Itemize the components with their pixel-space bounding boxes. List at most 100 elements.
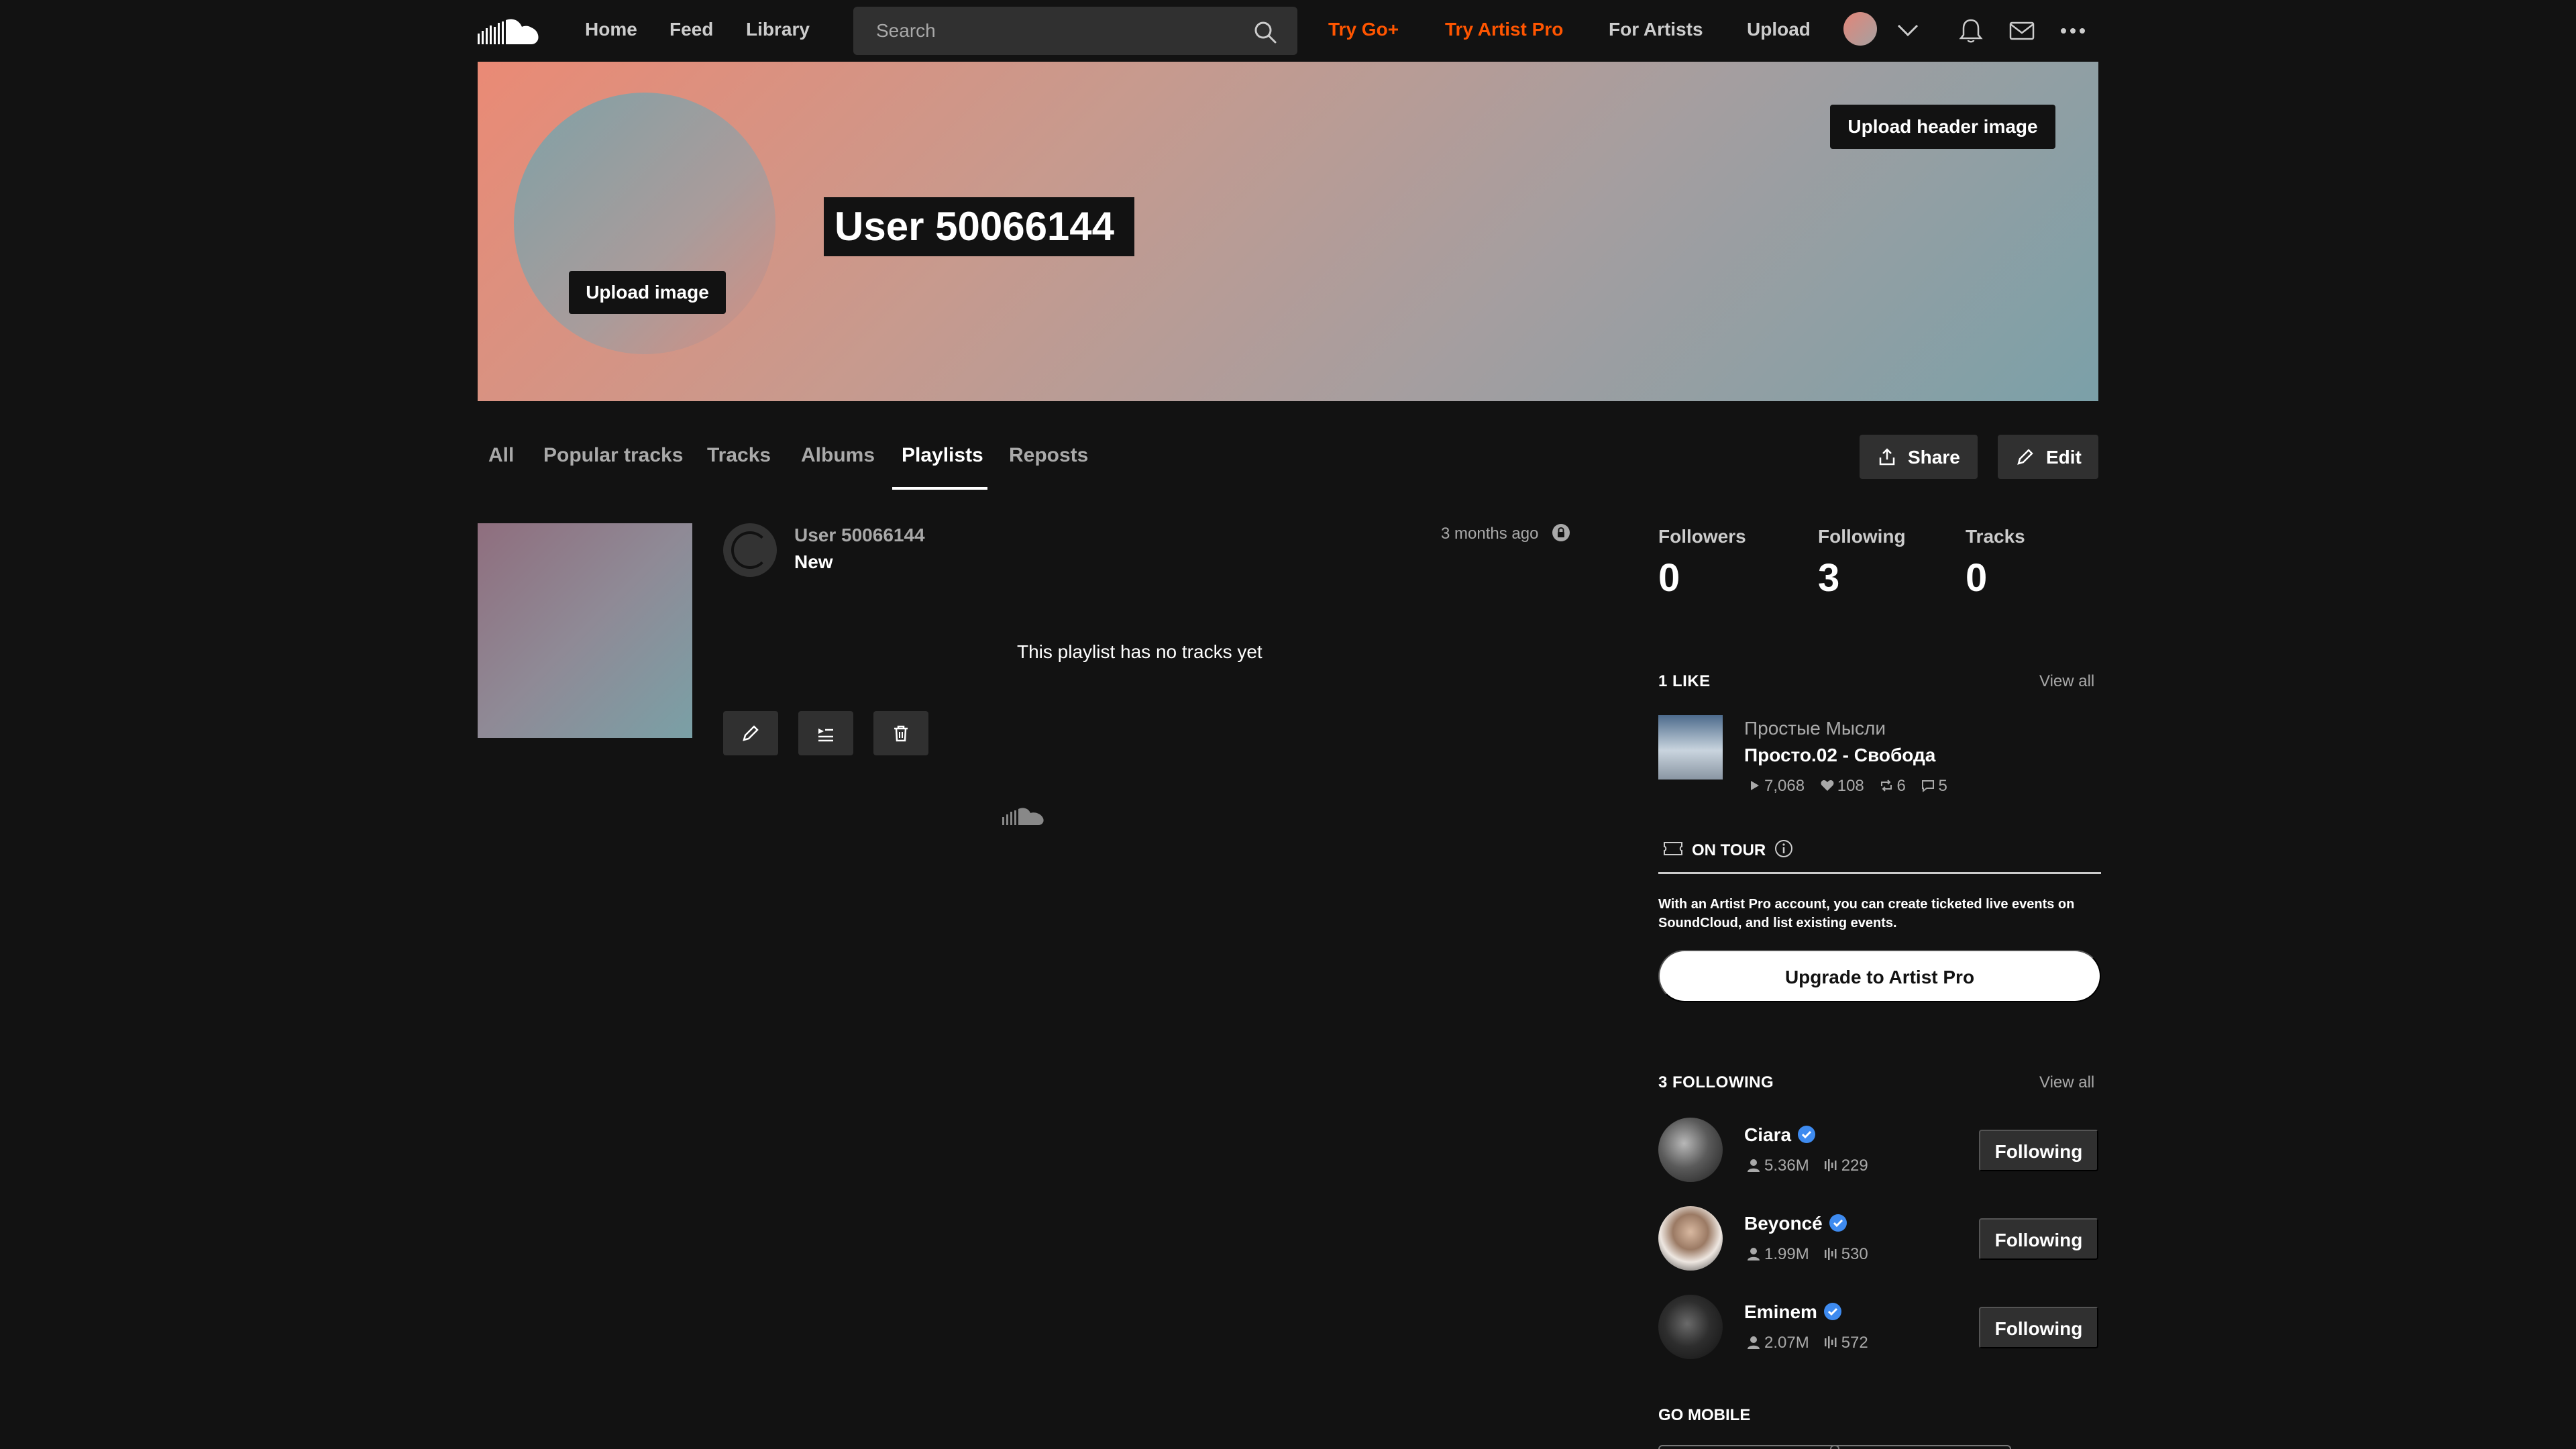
following-item-name[interactable]: Beyoncé (1744, 1213, 1848, 1234)
following-count[interactable]: 3 (1818, 555, 1839, 600)
followers-count[interactable]: 0 (1658, 555, 1680, 600)
upload-header-image-button[interactable]: Upload header image (1830, 105, 2055, 149)
beyonce-tracks: 530 (1841, 1245, 1868, 1263)
likes-heading[interactable]: 1 LIKE (1658, 672, 1711, 691)
edit-profile-button[interactable]: Edit (1998, 435, 2098, 479)
tracks-waveform-icon (1824, 1336, 1837, 1348)
app-store-badge[interactable] (1658, 1445, 1839, 1449)
playlist-owner[interactable]: User 50066144 (794, 525, 925, 546)
share-icon (1879, 448, 1895, 466)
for-artists-link[interactable]: For Artists (1609, 19, 1703, 40)
tracks-label[interactable]: Tracks (1966, 526, 2025, 547)
add-to-next-up-button[interactable] (798, 711, 853, 755)
pencil-icon (743, 725, 759, 741)
tracks-waveform-icon (1824, 1248, 1837, 1260)
user-avatar-menu[interactable] (1843, 12, 1877, 46)
tab-tracks[interactable]: Tracks (707, 444, 771, 467)
search-icon[interactable] (1253, 20, 1277, 44)
tab-albums[interactable]: Albums (801, 444, 875, 467)
google-play-badge[interactable] (1830, 1445, 2011, 1449)
nav-feed-link[interactable]: Feed (669, 19, 713, 40)
likes-view-all-link[interactable]: View all (2039, 672, 2094, 691)
liked-track-artwork[interactable] (1658, 715, 1723, 780)
top-navigation-bar: Home Feed Library Try Go+ Try Artist Pro… (0, 0, 2576, 62)
eminem-stats: 2.07M 572 (1746, 1334, 1868, 1352)
try-artist-pro-link[interactable]: Try Artist Pro (1445, 19, 1563, 40)
ciara-avatar[interactable] (1658, 1118, 1723, 1182)
pencil-icon (2017, 449, 2033, 465)
comments-count: 5 (1938, 777, 1947, 795)
notifications-bell-icon[interactable] (1956, 16, 1986, 46)
tracks-waveform-icon (1824, 1159, 1837, 1171)
reposts-stat: 6 (1879, 777, 1906, 796)
comments-stat: 5 (1921, 777, 1947, 796)
play-button-ring-icon (731, 531, 769, 569)
profile-avatar (514, 93, 775, 354)
tab-all[interactable]: All (488, 444, 514, 467)
playlist-timestamp: 3 months ago (1441, 525, 1539, 543)
more-options-icon[interactable] (2058, 16, 2088, 46)
on-tour-divider (1658, 872, 2101, 874)
active-tab-indicator (892, 487, 987, 490)
ciara-stats: 5.36M 229 (1746, 1157, 1868, 1175)
profile-username: User 50066144 (824, 197, 1135, 256)
following-item-name[interactable]: Eminem (1744, 1301, 1843, 1323)
eminem-name[interactable]: Eminem (1744, 1301, 1817, 1322)
lock-icon (1552, 524, 1570, 541)
liked-track-stats: 7,068 108 6 5 (1747, 777, 1958, 796)
tab-reposts[interactable]: Reposts (1009, 444, 1088, 467)
following-item-name[interactable]: Ciara (1744, 1124, 1817, 1146)
beyonce-avatar[interactable] (1658, 1206, 1723, 1271)
followers-label[interactable]: Followers (1658, 526, 1746, 547)
tab-popular-tracks[interactable]: Popular tracks (543, 444, 683, 467)
playlist-artwork[interactable] (478, 523, 692, 738)
verified-badge-icon (1823, 1303, 1841, 1320)
on-tour-label: ON TOUR (1692, 841, 1766, 859)
ciara-followers: 5.36M (1764, 1157, 1809, 1175)
playlist-title[interactable]: New (794, 551, 833, 573)
playlist-play-button[interactable] (723, 523, 777, 577)
plays-count: 7,068 (1764, 777, 1805, 795)
following-toggle-button[interactable]: Following (1979, 1307, 2098, 1348)
plays-stat: 7,068 (1747, 777, 1805, 796)
nav-home-link[interactable]: Home (585, 19, 637, 40)
upgrade-to-artist-pro-button[interactable]: Upgrade to Artist Pro (1658, 950, 2101, 1002)
following-toggle-button[interactable]: Following (1979, 1218, 2098, 1260)
likes-count: 108 (1837, 777, 1864, 795)
following-view-all-link[interactable]: View all (2039, 1073, 2094, 1092)
followers-icon (1748, 1336, 1760, 1349)
tab-playlists[interactable]: Playlists (902, 444, 983, 467)
verified-badge-icon (1798, 1126, 1816, 1143)
edit-playlist-button[interactable] (723, 711, 778, 755)
ciara-tracks: 229 (1841, 1157, 1868, 1175)
following-heading[interactable]: 3 FOLLOWING (1658, 1073, 1774, 1092)
upload-image-button[interactable]: Upload image (569, 271, 726, 314)
info-icon[interactable] (1774, 839, 1794, 859)
add-to-queue-icon (818, 729, 833, 742)
share-button[interactable]: Share (1860, 435, 1978, 479)
comment-icon (1922, 780, 1935, 793)
upload-link[interactable]: Upload (1747, 19, 1811, 40)
messages-mail-icon[interactable] (2007, 16, 2037, 46)
nav-library-link[interactable]: Library (746, 19, 810, 40)
delete-playlist-button[interactable] (873, 711, 928, 755)
go-mobile-heading: GO MOBILE (1658, 1406, 1751, 1424)
repost-icon (1881, 780, 1892, 792)
following-toggle-button[interactable]: Following (1979, 1130, 2098, 1171)
ticket-icon (1664, 842, 1682, 855)
eminem-followers: 2.07M (1764, 1334, 1809, 1352)
likes-stat: 108 (1820, 777, 1864, 796)
tracks-count[interactable]: 0 (1966, 555, 1987, 600)
search-input[interactable] (853, 7, 1256, 55)
beyonce-name[interactable]: Beyoncé (1744, 1213, 1823, 1234)
liked-track-artist[interactable]: Простые Мысли (1744, 718, 1886, 739)
liked-track-title[interactable]: Просто.02 - Свобода (1744, 745, 1935, 766)
following-label[interactable]: Following (1818, 526, 1906, 547)
share-button-label: Share (1908, 447, 1960, 468)
eminem-avatar[interactable] (1658, 1295, 1723, 1359)
ciara-name[interactable]: Ciara (1744, 1124, 1791, 1145)
try-go-plus-link[interactable]: Try Go+ (1328, 19, 1399, 40)
soundcloud-logo-icon[interactable] (478, 16, 545, 47)
trash-icon (894, 725, 908, 742)
chevron-down-icon[interactable] (1896, 20, 1920, 40)
